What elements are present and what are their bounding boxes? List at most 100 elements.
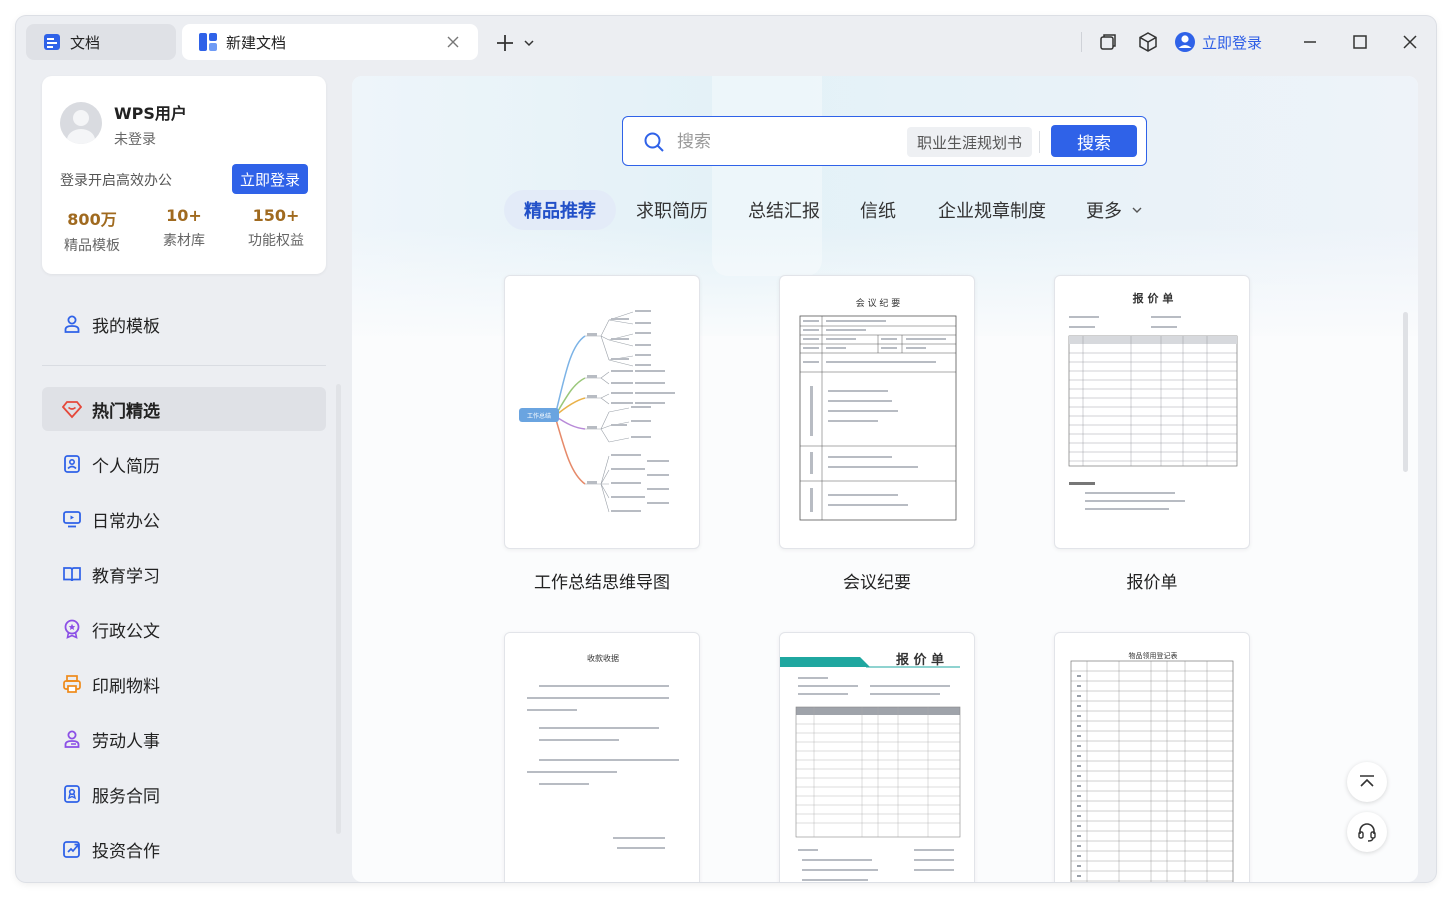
quotation-preview — [1068, 316, 1238, 510]
sidebar-item-daily-office[interactable]: 日常办公 — [42, 497, 326, 541]
category-more[interactable]: 更多 — [1086, 190, 1144, 230]
sidebar-scrollbar[interactable] — [336, 384, 341, 834]
title-separator — [1081, 32, 1082, 52]
category-letter-paper[interactable]: 信纸 — [860, 190, 896, 230]
title-bar: 文档 新建文档 立即登录 — [16, 16, 1436, 68]
sidebar-item-hr[interactable]: 劳动人事 — [42, 717, 326, 761]
tab-new-document-label: 新建文档 — [226, 33, 287, 52]
sidebar-item-admin-docs[interactable]: 行政公文 — [42, 607, 326, 651]
book-icon — [62, 564, 82, 584]
invest-icon — [62, 839, 82, 859]
category-featured[interactable]: 精品推荐 — [504, 190, 616, 230]
sidebar-item-resume[interactable]: 个人简历 — [42, 442, 326, 486]
user-name: WPS用户 — [114, 104, 187, 123]
main-scrollbar[interactable] — [1403, 312, 1408, 472]
avatar — [60, 102, 102, 144]
quotation-teal-preview — [780, 657, 961, 881]
template-card-item-register[interactable]: 物品领用登记表 — [1054, 632, 1250, 882]
stat-templates[interactable]: 800万 精品模板 — [52, 206, 132, 255]
category-report[interactable]: 总结汇报 — [748, 190, 820, 230]
tab-docs-label: 文档 — [70, 33, 101, 52]
sidebar-item-label: 服务合同 — [92, 786, 160, 807]
sidebar-item-label: 热门精选 — [92, 401, 160, 422]
meeting-minutes-preview — [799, 315, 957, 521]
category-company-rules[interactable]: 企业规章制度 — [938, 190, 1046, 230]
sidebar-item-education[interactable]: 教育学习 — [42, 552, 326, 596]
sidebar-item-my-templates[interactable]: 我的模板 — [42, 302, 326, 346]
heart-diamond-icon — [61, 399, 83, 419]
user-card: WPS用户 未登录 登录开启高效办公 立即登录 800万 精品模板 10+ 素材… — [42, 76, 326, 274]
plus-icon — [497, 35, 513, 51]
app-window: 文档 新建文档 立即登录 WPS用户 未登录 登录开启高效办公 立即登录 800… — [16, 16, 1436, 882]
main-panel: 职业生涯规划书 搜索 精品推荐 求职简历 总结汇报 信纸 企业规章制度 更多 工… — [352, 76, 1418, 882]
sidebar-item-label: 个人简历 — [92, 456, 160, 477]
sidebar-divider — [42, 365, 326, 366]
sidebar-item-print-materials[interactable]: 印刷物料 — [42, 662, 326, 706]
category-resume[interactable]: 求职简历 — [636, 190, 708, 230]
resume-icon — [62, 454, 82, 474]
mindmap-center-label: 工作总结 — [527, 412, 551, 420]
search-button[interactable]: 搜索 — [1051, 125, 1137, 157]
new-tab-button[interactable] — [494, 32, 540, 54]
sidebar-item-label: 教育学习 — [92, 566, 160, 587]
stat-value: 800万 — [67, 210, 117, 229]
badge-icon — [62, 619, 82, 639]
template-title: 会议纪要 — [843, 573, 911, 593]
category-more-label: 更多 — [1086, 201, 1122, 222]
login-prompt: 登录开启高效办公 — [60, 173, 172, 189]
template-card-quotation-teal[interactable]: 报 价 单 — [779, 632, 975, 882]
receipt-preview — [527, 685, 679, 849]
window-restore-icon[interactable] — [1096, 30, 1120, 54]
template-title: 报价单 — [1126, 573, 1178, 593]
search-icon — [643, 131, 665, 153]
search-divider — [1039, 131, 1040, 153]
window-close-icon[interactable] — [1398, 30, 1422, 54]
new-document-icon — [198, 32, 218, 52]
search-input[interactable] — [677, 129, 897, 155]
back-to-top-icon — [1360, 775, 1374, 787]
sidebar-item-label: 日常办公 — [92, 511, 160, 532]
printer-icon — [62, 674, 82, 694]
headset-icon — [1358, 823, 1376, 842]
search-suggestion-chip[interactable]: 职业生涯规划书 — [907, 127, 1033, 157]
docs-icon — [42, 32, 62, 52]
support-button[interactable] — [1347, 812, 1387, 852]
mindmap-preview: 工作总结 — [519, 310, 675, 513]
tab-docs[interactable]: 文档 — [26, 24, 176, 60]
minimize-icon[interactable] — [1298, 30, 1322, 54]
item-register-preview — [1070, 660, 1234, 882]
user-avatar-icon — [1175, 32, 1195, 52]
maximize-icon[interactable] — [1348, 30, 1372, 54]
titlebar-login-label: 立即登录 — [1202, 33, 1263, 52]
stat-value: 10+ — [166, 206, 202, 225]
sidebar-item-contracts[interactable]: 服务合同 — [42, 772, 326, 816]
close-icon[interactable] — [444, 33, 462, 51]
person-outline-icon — [62, 314, 82, 334]
back-to-top-button[interactable] — [1347, 762, 1387, 802]
tab-new-document[interactable]: 新建文档 — [182, 24, 478, 60]
sidebar-item-hot-picks[interactable]: 热门精选 — [42, 387, 326, 431]
stat-label: 精品模板 — [64, 238, 120, 254]
contract-icon — [62, 784, 82, 804]
template-card-quotation[interactable]: 报 价 单 — [1054, 275, 1250, 549]
stat-label: 素材库 — [163, 233, 205, 249]
stat-benefits[interactable]: 150+ 功能权益 — [236, 206, 316, 250]
template-title: 工作总结思维导图 — [534, 573, 670, 593]
sidebar-item-label: 投资合作 — [92, 841, 160, 862]
chevron-down-icon — [524, 40, 534, 47]
login-button[interactable]: 立即登录 — [232, 164, 308, 194]
template-card-mindmap[interactable]: 工作总结 — [504, 275, 700, 549]
stat-materials[interactable]: 10+ 素材库 — [144, 206, 224, 250]
titlebar-login[interactable]: 立即登录 — [1174, 30, 1262, 54]
template-card-meeting-minutes[interactable]: 会 议 纪 要 — [779, 275, 975, 549]
sidebar-item-investment[interactable]: 投资合作 — [42, 827, 326, 871]
sidebar-item-label: 我的模板 — [92, 316, 160, 337]
sidebar-item-label: 劳动人事 — [92, 731, 160, 752]
search-bar: 职业生涯规划书 搜索 — [622, 116, 1147, 166]
stat-value: 150+ — [252, 206, 300, 225]
monitor-icon — [62, 509, 82, 529]
cube-icon[interactable] — [1136, 30, 1160, 54]
stat-label: 功能权益 — [248, 233, 304, 249]
template-card-receipt[interactable]: 收款收据 — [504, 632, 700, 882]
sidebar-item-label: 印刷物料 — [92, 676, 160, 697]
